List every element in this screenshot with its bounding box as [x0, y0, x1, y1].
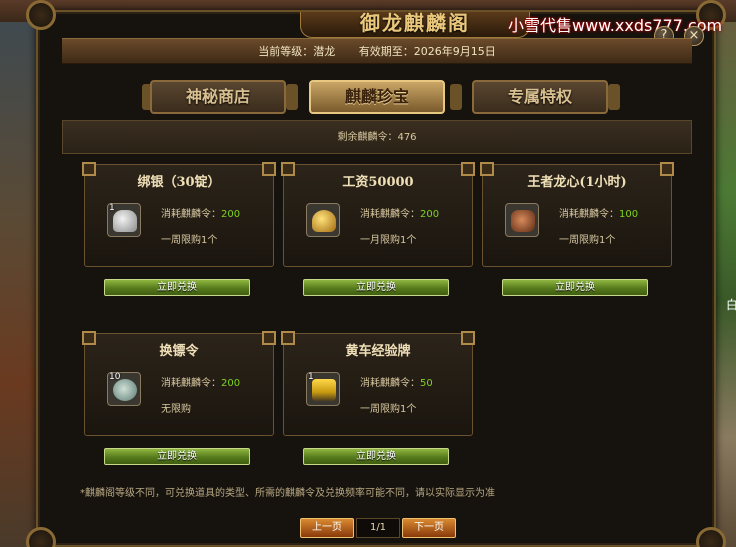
item-title: 换镖令: [159, 344, 199, 359]
item-count: 10: [109, 372, 121, 382]
item-limit: 一周限购1个: [559, 235, 616, 246]
redeem-button[interactable]: 立即兑换: [502, 279, 648, 296]
item-title: 工资50000: [342, 175, 414, 190]
item-title: 王者龙心(1小时): [527, 175, 627, 190]
redeem-button[interactable]: 立即兑换: [303, 279, 449, 296]
cost-value: 200: [420, 209, 440, 220]
item-title: 黄车经验牌: [345, 344, 411, 359]
current-level: 当前等级：潜龙: [258, 45, 336, 58]
item-card: 工资50000 消耗麒麟令：200 一月限购1个: [281, 162, 475, 267]
escort-token-icon[interactable]: 10: [107, 372, 141, 406]
dragon-heart-icon[interactable]: [505, 203, 539, 237]
gold-ingot-icon[interactable]: [306, 203, 340, 237]
item-limit: 一月限购1个: [360, 235, 417, 246]
tab-mystery-shop[interactable]: 神秘商店: [150, 80, 286, 114]
expiry-date: 有效期至：2026年9月15日: [358, 45, 496, 58]
item-cost: 消耗麒麟令：200: [161, 378, 241, 389]
item-card: 王者龙心(1小时) 消耗麒麟令：100 一周限购1个: [480, 162, 674, 267]
corner-ornament: [26, 527, 56, 547]
item-limit: 一周限购1个: [161, 235, 218, 246]
item-cost: 消耗麒麟令：200: [360, 209, 440, 220]
tab-exclusive-privilege[interactable]: 专属特权: [472, 80, 608, 114]
item-count: 1: [308, 372, 314, 382]
tab-ornament: [450, 84, 462, 110]
redeem-button[interactable]: 立即兑换: [303, 448, 449, 465]
tab-ornament: [608, 84, 620, 110]
redeem-button[interactable]: 立即兑换: [104, 279, 250, 296]
redeem-button[interactable]: 立即兑换: [104, 448, 250, 465]
cost-value: 100: [619, 209, 639, 220]
background-scenery-left: [0, 0, 40, 547]
item-cost: 消耗麒麟令：200: [161, 209, 241, 220]
panel-title: 御龙麒麟阁: [300, 12, 530, 38]
corner-ornament: [26, 0, 56, 30]
side-text: 白: [726, 298, 736, 312]
silver-ingot-icon[interactable]: 1: [107, 203, 141, 237]
item-cost: 消耗麒麟令：100: [559, 209, 639, 220]
tab-ornament: [286, 84, 298, 110]
next-page-button[interactable]: 下一页: [402, 518, 456, 538]
tab-qilin-treasure[interactable]: 麒麟珍宝: [309, 80, 445, 114]
cost-value: 200: [221, 209, 241, 220]
yellow-cart-icon[interactable]: 1: [306, 372, 340, 406]
page-indicator: 1/1: [356, 518, 400, 538]
footnote: *麒麟阁等级不同，可兑换道具的类型、所需的麒麟令及兑换频率可能不同，请以实际显示…: [80, 488, 495, 499]
item-title: 绑银（30锭）: [137, 175, 221, 190]
item-limit: 无限购: [161, 404, 191, 415]
prev-page-button[interactable]: 上一页: [300, 518, 354, 538]
item-count: 1: [109, 203, 115, 213]
remaining-tokens: 剩余麒麟令：476: [62, 120, 692, 154]
cost-value: 200: [221, 378, 241, 389]
item-card: 绑银（30锭） 1 消耗麒麟令：200 一周限购1个: [82, 162, 276, 267]
status-info-bar: 当前等级：潜龙 有效期至：2026年9月15日: [62, 38, 692, 64]
item-card: 黄车经验牌 1 消耗麒麟令：50 一周限购1个: [281, 331, 475, 436]
item-cost: 消耗麒麟令：50: [360, 378, 433, 389]
item-card: 换镖令 10 消耗麒麟令：200 无限购: [82, 331, 276, 436]
item-limit: 一周限购1个: [360, 404, 417, 415]
cost-value: 50: [420, 378, 433, 389]
